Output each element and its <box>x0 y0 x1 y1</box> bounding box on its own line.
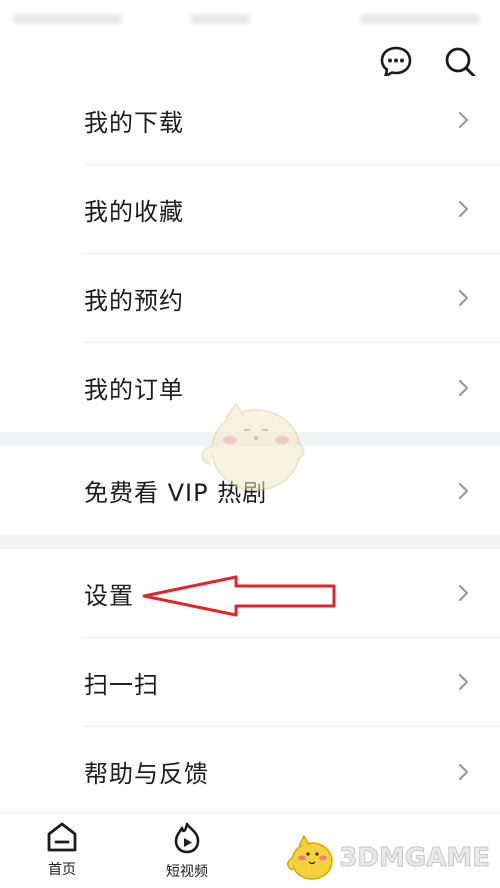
chevron-right-icon <box>458 379 469 396</box>
status-bar-right-blur <box>360 14 480 24</box>
tab-label: 短视频 <box>166 864 208 880</box>
menu-item-scan[interactable]: 扫一扫 <box>84 638 500 727</box>
tab-label: 首页 <box>48 862 76 878</box>
menu-item-label: 设置 <box>84 581 134 610</box>
menu-item-label: 我的订单 <box>84 376 184 404</box>
status-bar <box>0 0 500 34</box>
short-video-icon <box>174 822 200 854</box>
menu-item-reservations[interactable]: 我的预约 <box>84 254 500 343</box>
annotation-arrow-icon <box>142 575 336 617</box>
chevron-right-icon <box>458 763 469 780</box>
menu-item-label: 帮助与反馈 <box>84 760 209 788</box>
menu-item-favorites[interactable]: 我的收藏 <box>84 165 500 254</box>
chevron-right-icon <box>458 584 469 602</box>
section-divider <box>0 535 500 549</box>
bottom-tab-bar: 首页 短视频 3DMGAME <box>0 812 500 888</box>
site-watermark: 3DMGAME <box>285 834 490 882</box>
menu-item-label: 我的下载 <box>84 108 184 137</box>
watermark-text: 3DMGAME <box>339 843 491 874</box>
menu-item-label: 扫一扫 <box>84 670 159 699</box>
tab-home[interactable]: 首页 <box>27 821 97 879</box>
menu-item-help-feedback[interactable]: 帮助与反馈 <box>84 727 500 816</box>
tab-short-video[interactable]: 短视频 <box>152 821 222 881</box>
chevron-right-icon <box>458 111 469 129</box>
menu-item-downloads[interactable]: 我的下载 <box>84 76 500 165</box>
menu-item-label: 我的收藏 <box>84 197 184 226</box>
search-icon[interactable] <box>442 44 478 80</box>
chevron-right-icon <box>458 289 469 307</box>
status-bar-left-blur <box>12 14 122 24</box>
menu-group-account: 我的下载 我的收藏 我的预约 我的订单 <box>0 76 500 432</box>
mascot-watermark-icon <box>201 402 305 491</box>
header-actions <box>378 44 478 80</box>
chevron-right-icon <box>458 482 469 499</box>
chevron-right-icon <box>458 673 469 691</box>
menu-item-label: 我的预约 <box>84 286 184 315</box>
status-bar-center-blur <box>190 14 250 24</box>
home-icon <box>47 822 77 852</box>
mascot-logo-icon <box>287 834 334 880</box>
chevron-right-icon <box>458 200 469 218</box>
message-icon[interactable] <box>378 44 414 80</box>
